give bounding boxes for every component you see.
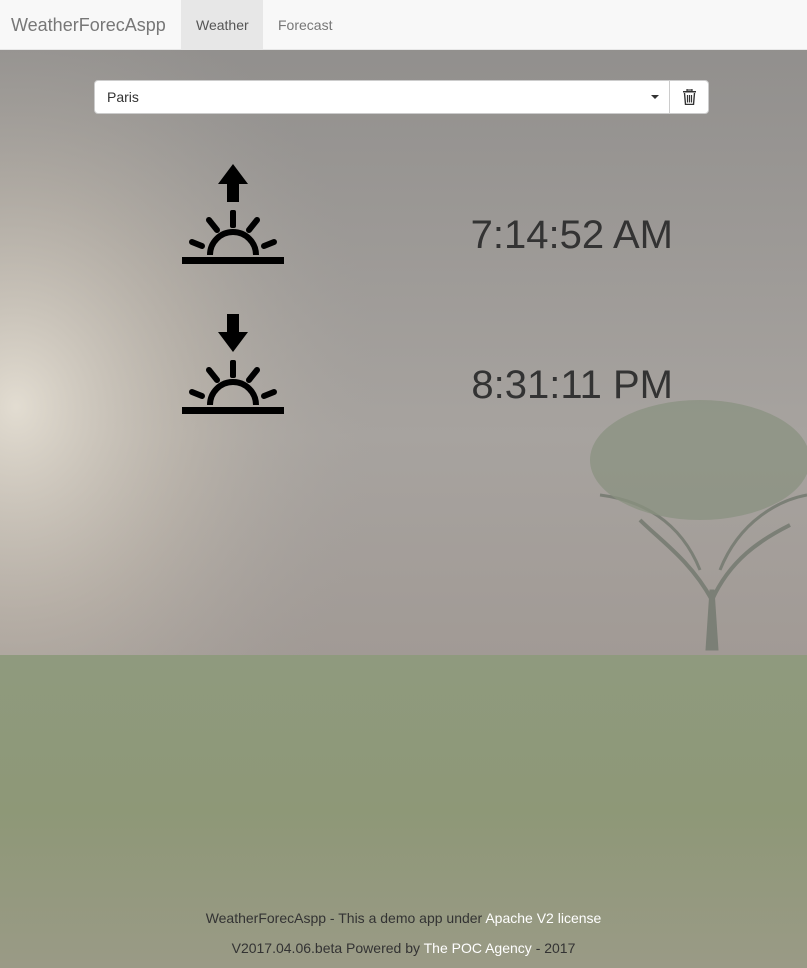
footer-version-line: V2017.04.06.beta Powered by The POC Agen… [0, 940, 807, 956]
sunset-row: 8:31:11 PM [0, 310, 807, 420]
footer-year-text: - 2017 [535, 940, 576, 956]
top-navbar: WeatherForecAspp Weather Forecast [0, 0, 807, 50]
sunset-icon [182, 314, 284, 414]
footer-license-text: WeatherForecAspp - This a demo app under [205, 910, 483, 926]
sunrise-row: 7:14:52 AM [0, 160, 807, 270]
tab-forecast[interactable]: Forecast [263, 0, 347, 50]
apache-license-link[interactable]: Apache V2 license [485, 910, 601, 926]
sunset-time: 8:31:11 PM [471, 363, 673, 407]
footer-version-text: V2017.04.06.beta Powered by [231, 940, 420, 956]
city-select[interactable]: Paris [94, 80, 670, 114]
trash-icon [683, 89, 696, 105]
city-select-value: Paris [107, 89, 139, 105]
tab-weather[interactable]: Weather [181, 0, 263, 50]
city-selector-group: Paris [94, 80, 709, 114]
brand-title[interactable]: WeatherForecAspp [11, 0, 166, 50]
delete-city-button[interactable] [669, 80, 709, 114]
sunrise-time: 7:14:52 AM [470, 213, 673, 257]
background-landscape [0, 0, 807, 968]
poc-agency-link[interactable]: The POC Agency [424, 940, 532, 956]
sunrise-icon [182, 164, 284, 264]
footer-license-line: WeatherForecAspp - This a demo app under… [0, 910, 807, 926]
chevron-down-icon [651, 95, 659, 99]
